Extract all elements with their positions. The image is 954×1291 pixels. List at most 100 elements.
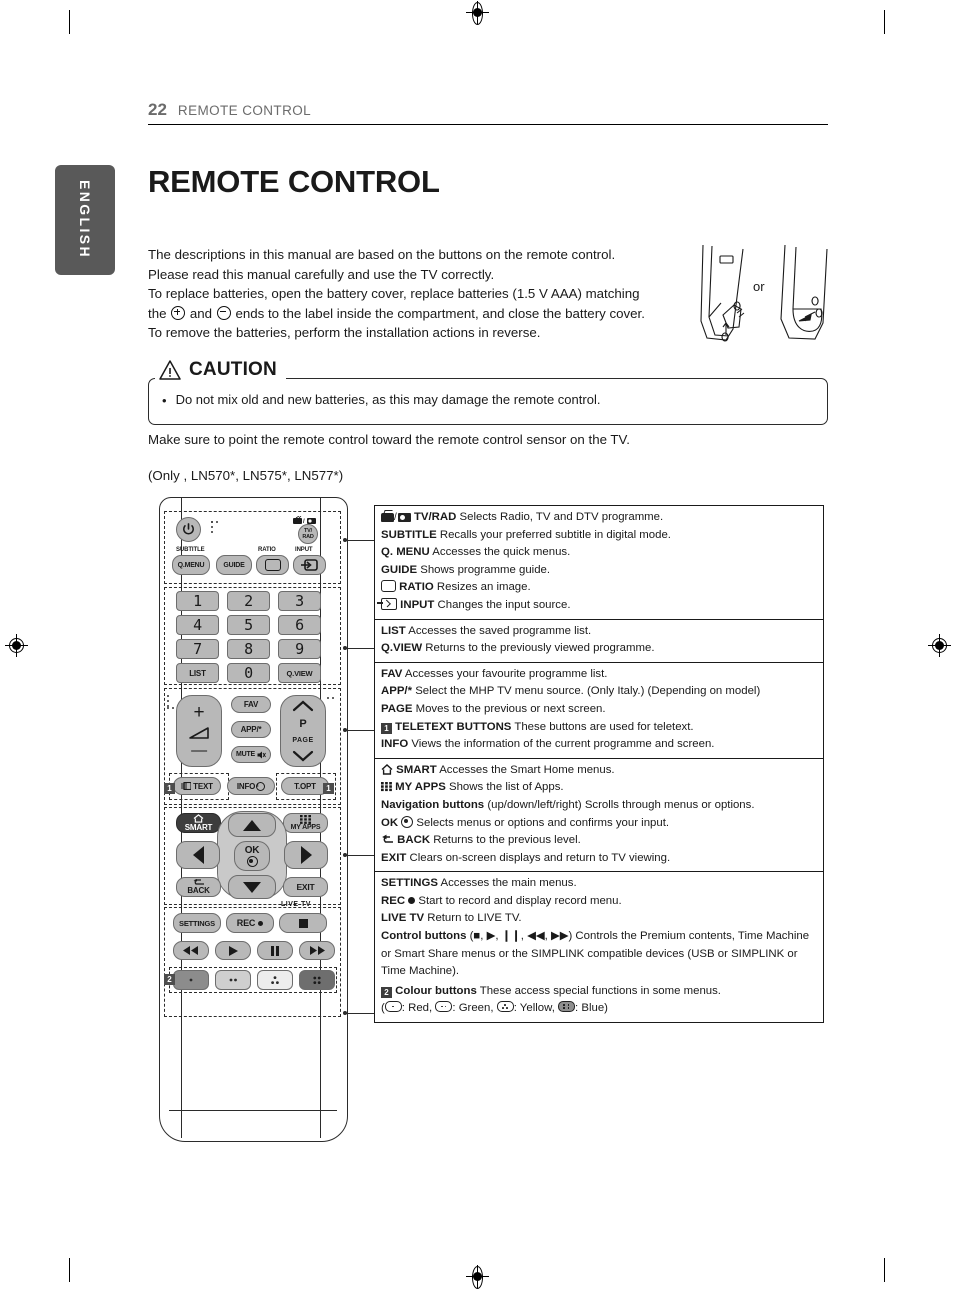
number-7-label: 7 xyxy=(193,640,202,658)
connector-line-1 xyxy=(345,540,375,542)
desc-line: LIVE TV Return to LIVE TV. xyxy=(381,910,817,928)
colour-button-yellow[interactable] xyxy=(257,970,293,990)
tv-rad-label-line2: RAD xyxy=(302,534,314,540)
colour-button-green[interactable] xyxy=(215,970,251,990)
settings-button[interactable]: SETTINGS xyxy=(173,913,221,933)
exit-button[interactable]: EXIT xyxy=(283,877,328,897)
tv-rad-button[interactable]: TV/ RAD xyxy=(298,524,318,544)
number-8-button[interactable]: 8 xyxy=(227,639,270,659)
colour-legend-red: : Red, xyxy=(401,1002,436,1015)
desc-bold: SUBTITLE xyxy=(381,528,437,541)
fast-forward-button[interactable] xyxy=(299,941,335,960)
ratio-button[interactable] xyxy=(256,555,289,575)
colour-legend-yellow: : Yellow, xyxy=(513,1002,559,1015)
nav-down-button[interactable] xyxy=(228,875,276,899)
caution-bullet: • xyxy=(162,393,167,408)
colour-legend-blue: : Blue) xyxy=(575,1002,608,1015)
desc-group-4: SMART Accesses the Smart Home menus. MY … xyxy=(375,759,823,873)
number-6-button[interactable]: 6 xyxy=(278,615,321,635)
volume-rocker-button[interactable]: + — xyxy=(176,695,222,767)
desc-bold: Q. MENU xyxy=(381,546,430,559)
desc-rest: Views the information of the current pro… xyxy=(408,738,715,751)
desc-rest: Recalls your preferred subtitle in digit… xyxy=(436,528,671,541)
nav-left-button[interactable] xyxy=(176,841,220,869)
input-button[interactable] xyxy=(293,555,326,575)
ok-button[interactable]: OK xyxy=(234,841,270,871)
header-rule xyxy=(148,124,828,125)
list-button[interactable]: LIST xyxy=(176,663,219,683)
input-icon xyxy=(301,559,318,571)
minus-polarity-icon xyxy=(216,305,231,320)
connector-line-2 xyxy=(345,648,375,650)
page-rocker-button[interactable]: P PAGE xyxy=(280,695,326,767)
t-opt-button[interactable]: T.OPT xyxy=(281,777,329,795)
caution-box: CAUTION • Do not mix old and new batteri… xyxy=(148,359,828,425)
desc-bold: Control buttons xyxy=(381,930,467,943)
desc-line: LIST Accesses the saved programme list. xyxy=(381,623,817,641)
desc-bold: TV/RAD xyxy=(413,511,457,523)
number-2-button[interactable]: 2 xyxy=(227,591,270,611)
text-button[interactable]: TEXT xyxy=(173,777,221,795)
smart-button[interactable]: SMART xyxy=(176,813,221,833)
desc-line: Control buttons (■, ▶, ❙❙, ◀◀, ▶▶) Contr… xyxy=(381,928,817,981)
desc-bold: EXIT xyxy=(381,851,407,864)
colour-legend-green: : Green, xyxy=(452,1002,497,1015)
my-apps-button[interactable]: MY APPS xyxy=(283,813,328,833)
red-dot-pattern-icon xyxy=(189,978,193,982)
pause-button[interactable] xyxy=(257,941,293,960)
nav-up-button[interactable] xyxy=(228,813,276,837)
badge-2: 2 xyxy=(164,974,175,985)
intro-line-4: the and ends to the label inside the com… xyxy=(148,304,693,324)
page-label: PAGE xyxy=(292,736,314,744)
stop-button[interactable] xyxy=(279,913,327,933)
ok-icon xyxy=(401,815,414,828)
desc-bold: MY APPS xyxy=(395,781,446,794)
number-5-button[interactable]: 5 xyxy=(227,615,270,635)
info-button[interactable]: INFO i xyxy=(227,777,275,795)
crop-mark-top-left xyxy=(69,10,70,34)
desc-bold: Q.VIEW xyxy=(381,642,423,655)
desc-bold: LIST xyxy=(381,624,406,637)
desc-line: 2 Colour buttons These access special fu… xyxy=(381,981,817,1001)
number-9-button[interactable]: 9 xyxy=(278,639,321,659)
q-menu-button[interactable]: Q.MENU xyxy=(172,555,210,575)
desc-line: Q. MENU Accesses the quick menus. xyxy=(381,544,817,562)
number-3-button[interactable]: 3 xyxy=(278,591,321,611)
fast-forward-icon xyxy=(310,946,325,955)
fav-button[interactable]: FAV xyxy=(231,696,271,713)
play-icon xyxy=(228,945,238,956)
desc-line: 1 TELETEXT BUTTONS These buttons are use… xyxy=(381,719,817,737)
svg-text:/: / xyxy=(303,519,305,524)
nav-right-button[interactable] xyxy=(284,841,328,869)
q-view-button[interactable]: Q.VIEW xyxy=(278,663,321,683)
desc-line: RATIO Resizes an image. xyxy=(381,579,817,597)
number-7-button[interactable]: 7 xyxy=(176,639,219,659)
number-4-button[interactable]: 4 xyxy=(176,615,219,635)
rec-button[interactable]: REC xyxy=(226,913,274,933)
mute-button[interactable]: MUTE xyxy=(231,746,271,763)
colour-button-red[interactable] xyxy=(173,970,209,990)
power-button[interactable] xyxy=(176,517,201,542)
colour-button-blue[interactable] xyxy=(299,970,335,990)
model-note: (Only , LN570*, LN575*, LN577*) xyxy=(148,468,344,483)
desc-rest: These access special functions in some m… xyxy=(476,984,721,997)
caution-title-label: CAUTION xyxy=(189,359,277,380)
desc-rest: Returns to the previously viewed program… xyxy=(422,642,655,655)
caution-text: Do not mix old and new batteries, as thi… xyxy=(175,392,601,407)
number-1-button[interactable]: 1 xyxy=(176,591,219,611)
desc-rest: Selects menus or options and confirms yo… xyxy=(413,816,670,829)
desc-line: SUBTITLE Recalls your preferred subtitle… xyxy=(381,527,817,545)
play-button[interactable] xyxy=(215,941,251,960)
desc-bold: OK xyxy=(381,816,399,829)
desc-bold: BACK xyxy=(397,834,431,847)
guide-button[interactable]: GUIDE xyxy=(216,555,252,575)
exit-label: EXIT xyxy=(296,882,315,892)
back-button[interactable]: BACK xyxy=(176,877,221,897)
app-button[interactable]: APP/* xyxy=(231,721,271,738)
rewind-button[interactable] xyxy=(173,941,209,960)
connector-dot-5 xyxy=(343,1011,347,1015)
badge-1-right: 1 xyxy=(323,783,334,794)
t-opt-label: T.OPT xyxy=(294,781,316,791)
number-0-button[interactable]: 0 xyxy=(227,663,270,683)
desc-bold: TELETEXT BUTTONS xyxy=(395,720,512,733)
